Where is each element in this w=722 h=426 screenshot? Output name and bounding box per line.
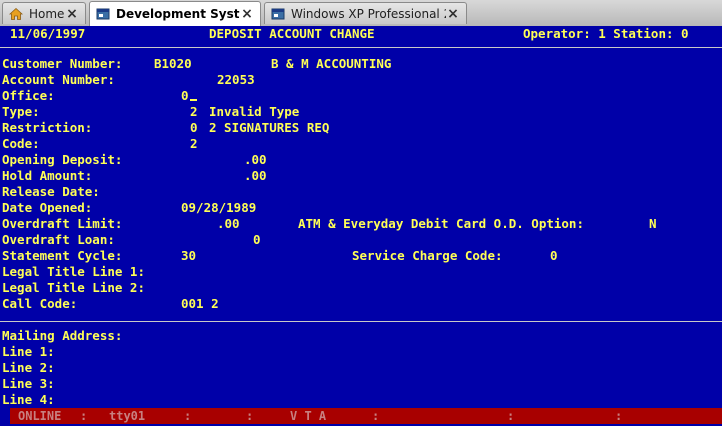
legal-title-1-label: Legal Title Line 1: [2,264,145,279]
terminal-screen[interactable]: 11/06/1997 DEPOSIT ACCOUNT CHANGE Operat… [0,26,722,426]
customer-number-field[interactable]: B1020 [154,56,192,72]
status-separator: : [507,409,515,423]
tab-home[interactable]: Home × [2,2,86,24]
close-icon[interactable]: × [65,7,79,21]
customer-number-label: Customer Number: [2,56,123,71]
mailing-line-1-label: Line 1: [2,344,55,359]
call-code-field[interactable]: 001 2 [181,296,219,312]
status-bar: ONLINE : tty01 : : V T A : : : [10,408,722,424]
mailing-line-3-label: Line 3: [2,376,55,391]
text-cursor [189,99,197,101]
atm-option-label: ATM & Everyday Debit Card O.D. Option: [298,216,584,231]
app-window-icon [270,6,286,22]
opening-deposit-label: Opening Deposit: [2,152,123,167]
close-icon[interactable]: × [240,7,254,21]
service-charge-label: Service Charge Code: [352,248,503,263]
home-icon [8,6,24,22]
status-mode: V T A [290,409,327,423]
opening-deposit-field[interactable]: .00 [244,152,267,168]
status-separator: : [372,409,380,423]
hold-amount-label: Hold Amount: [2,168,93,183]
overdraft-loan-label: Overdraft Loan: [2,232,115,247]
status-separator: : [615,409,623,423]
code-label: Code: [2,136,40,151]
code-field[interactable]: 2 [190,136,198,152]
restriction-description: 2 SIGNATURES REQ [209,120,330,135]
account-number-field[interactable]: 22053 [217,72,255,88]
overdraft-limit-field[interactable]: .00 [217,216,240,232]
status-separator: : [184,409,192,423]
date-opened-label: Date Opened: [2,200,93,215]
office-field[interactable]: 0 [181,88,197,104]
statement-cycle-label: Statement Cycle: [2,248,123,263]
release-date-label: Release Date: [2,184,100,199]
restriction-label: Restriction: [2,120,93,135]
statement-cycle-field[interactable]: 30 [181,248,196,264]
operator-station: Operator: 1 Station: 0 [523,26,689,41]
status-online: ONLINE [18,409,62,423]
browser-tab-bar: Home × Development System × Windows XP P… [0,0,722,27]
call-code-label: Call Code: [2,296,78,311]
tab-label: Home [29,6,65,21]
office-label: Office: [2,88,55,103]
type-field[interactable]: 2 [190,104,198,120]
divider [0,321,722,322]
type-description: Invalid Type [209,104,300,119]
hold-amount-field[interactable]: .00 [244,168,267,184]
legal-title-2-label: Legal Title Line 2: [2,280,145,295]
mailing-line-2-label: Line 2: [2,360,55,375]
restriction-field[interactable]: 0 [190,120,198,136]
atm-option-field[interactable]: N [649,216,657,232]
divider [0,47,722,48]
tab-windows-xp[interactable]: Windows XP Professional 2012 × [264,2,467,24]
date-opened-field[interactable]: 09/28/1989 [181,200,256,216]
type-label: Type: [2,104,40,119]
mailing-line-4-label: Line 4: [2,392,55,407]
close-icon[interactable]: × [446,7,460,21]
tab-label: Development System [116,7,240,21]
page-title: DEPOSIT ACCOUNT CHANGE [209,26,375,41]
tab-label: Windows XP Professional 2012 [291,6,446,21]
overdraft-loan-field[interactable]: 0 [253,232,261,248]
header-date: 11/06/1997 [10,26,86,41]
mailing-address-label: Mailing Address: [2,328,123,343]
status-separator: : [246,409,254,423]
tab-development-system[interactable]: Development System × [89,1,261,26]
status-separator: : [80,409,88,423]
customer-name: B & M ACCOUNTING [271,56,392,71]
app-window-icon [95,6,111,22]
office-value: 0 [181,88,189,103]
status-tty: tty01 [109,409,146,423]
service-charge-field[interactable]: 0 [550,248,558,264]
overdraft-limit-label: Overdraft Limit: [2,216,123,231]
account-number-label: Account Number: [2,72,115,87]
